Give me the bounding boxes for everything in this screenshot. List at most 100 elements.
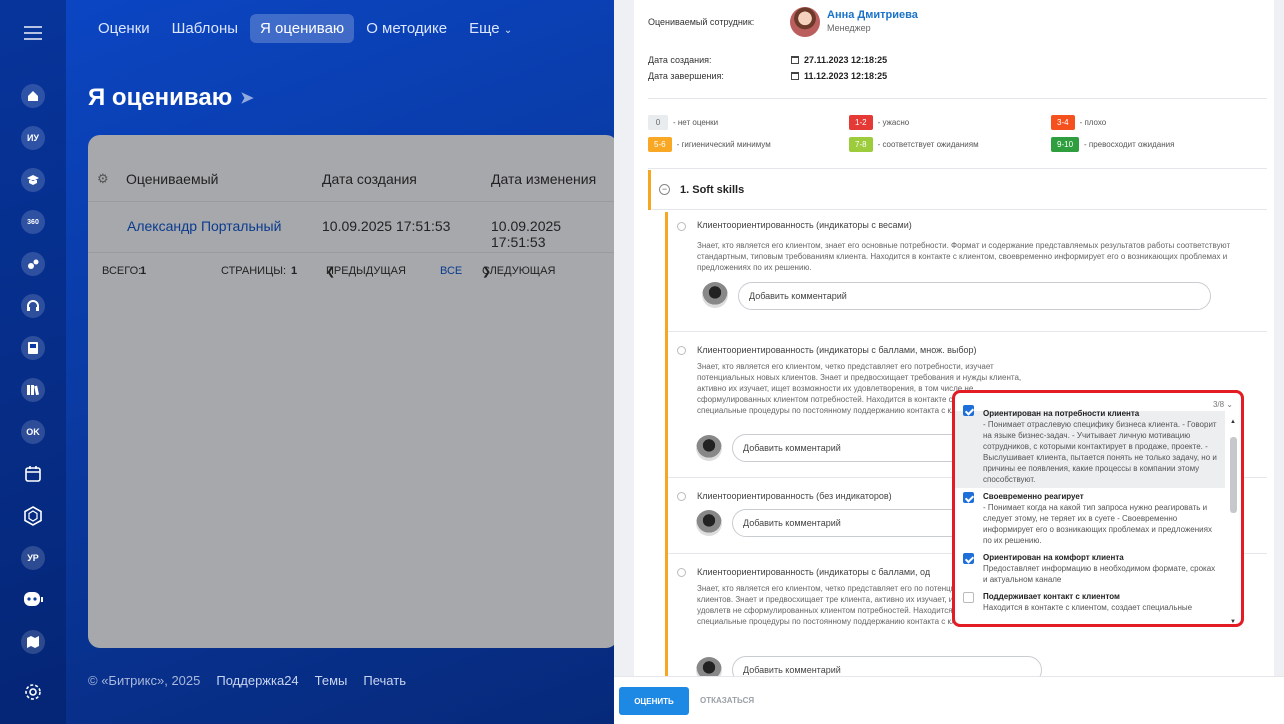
legend-badge: 3-4 bbox=[1051, 115, 1075, 130]
calendar-icon[interactable] bbox=[21, 462, 45, 486]
table-row[interactable]: Александр Портальный 10.09.2025 17:51:53… bbox=[88, 201, 618, 253]
radio-button[interactable] bbox=[677, 568, 686, 577]
employee-link[interactable]: Александр Портальный bbox=[127, 218, 281, 234]
total-label: ВСЕГО: bbox=[102, 265, 142, 277]
divider bbox=[648, 168, 1267, 169]
radio-button[interactable] bbox=[677, 492, 686, 501]
radio-button[interactable] bbox=[677, 346, 686, 355]
submit-button[interactable]: ОЦЕНИТЬ bbox=[619, 687, 689, 715]
checkbox-checked[interactable] bbox=[963, 405, 974, 416]
feed-icon[interactable] bbox=[21, 252, 45, 276]
table-header: ⚙ Оцениваемый Дата создания Дата изменен… bbox=[88, 161, 618, 197]
prev-label: ПРЕДЫДУЩАЯ bbox=[326, 265, 406, 277]
question-title: Клиентоориентированность (без индикаторо… bbox=[697, 491, 892, 501]
chevron-down-icon: ⌄ bbox=[503, 24, 513, 36]
radio-button[interactable] bbox=[677, 222, 686, 231]
legend-badge: 9-10 bbox=[1051, 137, 1080, 152]
legend-item: 7-8 - соответствует ожиданиям bbox=[849, 137, 979, 152]
footer: © «Битрикс», 2025 Поддержка24 Темы Печат… bbox=[88, 673, 406, 688]
gear-icon[interactable]: ⚙ bbox=[97, 171, 109, 187]
headset-icon[interactable] bbox=[21, 294, 45, 318]
option-description: Находится в контакте с клиентом, создает… bbox=[983, 603, 1193, 612]
page-title-text: Я оцениваю bbox=[88, 84, 233, 111]
scroll-down-icon[interactable]: ▼ bbox=[1230, 619, 1236, 624]
question-block: Клиентоориентированность (индикаторы с в… bbox=[668, 212, 1267, 332]
scroll-up-icon[interactable]: ▲ bbox=[1230, 419, 1236, 425]
library-icon[interactable] bbox=[21, 378, 45, 402]
pages-label: СТРАНИЦЫ: bbox=[221, 265, 287, 277]
tab-templates[interactable]: Шаблоны bbox=[162, 14, 248, 43]
question-description: Знает, кто является его клиентом, знает … bbox=[697, 241, 1231, 272]
dropdown-option[interactable]: Поддерживает контакт с клиентом Находитс… bbox=[955, 588, 1225, 616]
checkbox-unchecked[interactable] bbox=[963, 592, 974, 603]
ok-badge[interactable]: OK bbox=[21, 420, 45, 444]
map-icon[interactable] bbox=[21, 630, 45, 654]
graduation-cap-icon[interactable] bbox=[21, 168, 45, 192]
employee-name[interactable]: Анна Дмитриева bbox=[827, 9, 918, 21]
cancel-button[interactable]: ОТКАЗАТЬСЯ bbox=[700, 696, 754, 705]
left-rail: ИУ 360 OK УР bbox=[0, 0, 66, 724]
question-title: Клиентоориентированность (индикаторы с б… bbox=[697, 345, 977, 355]
column-header[interactable]: Оцениваемый bbox=[126, 171, 218, 187]
legend-text: - плохо bbox=[1079, 118, 1107, 127]
scrollbar-thumb[interactable] bbox=[1230, 437, 1237, 513]
settings-icon[interactable] bbox=[21, 680, 45, 704]
question-title: Клиентоориентированность (индикаторы с б… bbox=[697, 567, 931, 577]
scrollbar[interactable]: ▲ ▼ bbox=[1228, 419, 1238, 624]
employee-label: Оцениваемый сотрудник: bbox=[648, 17, 755, 27]
column-header[interactable]: Дата создания bbox=[322, 171, 417, 187]
page-title: Я оцениваю ➤ bbox=[88, 84, 254, 112]
option-title: Ориентирован на комфорт клиента bbox=[983, 553, 1124, 562]
book-icon[interactable] bbox=[21, 336, 45, 360]
checkbox-checked[interactable] bbox=[963, 492, 974, 503]
all-link[interactable]: ВСЕ bbox=[440, 265, 462, 277]
footer-link-support[interactable]: Поддержка24 bbox=[216, 673, 298, 688]
option-title: Своевременно реагирует bbox=[983, 492, 1084, 501]
legend-item: 5-6 - гигиенический минимум bbox=[648, 137, 771, 152]
next-label: СЛЕДУЮЩАЯ bbox=[482, 265, 556, 277]
current-page: 1 bbox=[291, 265, 298, 277]
checkbox-checked[interactable] bbox=[963, 553, 974, 564]
pin-icon[interactable]: ➤ bbox=[240, 88, 253, 108]
ur-badge[interactable]: УР bbox=[21, 546, 45, 570]
360-icon[interactable]: 360 bbox=[21, 210, 45, 234]
dropdown-option[interactable]: Ориентирован на потребности клиента - По… bbox=[955, 405, 1225, 488]
home-icon[interactable] bbox=[21, 84, 45, 108]
legend-badge: 5-6 bbox=[648, 137, 672, 152]
legend-text: - ужасно bbox=[877, 118, 910, 127]
legend-badge: 7-8 bbox=[849, 137, 873, 152]
dropdown-option[interactable]: Своевременно реагирует - Понимает когда … bbox=[955, 488, 1225, 549]
question-title: Клиентоориентированность (индикаторы с в… bbox=[697, 220, 912, 230]
chat-bot-icon[interactable] bbox=[21, 588, 45, 612]
iu-badge[interactable]: ИУ bbox=[21, 126, 45, 150]
footer-link-print[interactable]: Печать bbox=[363, 673, 406, 688]
tab-i-evaluate[interactable]: Я оцениваю bbox=[250, 13, 355, 43]
legend-item: 3-4 - плохо bbox=[1051, 115, 1106, 130]
dropdown-option[interactable]: Ориентирован на комфорт клиента Предоста… bbox=[955, 549, 1225, 588]
created-date-text: 27.11.2023 12:18:25 bbox=[804, 55, 888, 65]
hexagon-icon[interactable] bbox=[21, 504, 45, 528]
created-date: 10.09.2025 17:51:53 bbox=[322, 218, 451, 234]
user-avatar bbox=[696, 435, 722, 461]
avatar bbox=[790, 7, 820, 37]
option-description: - Понимает когда на какой тип запроса ну… bbox=[983, 503, 1212, 545]
tab-more[interactable]: Еще ⌄ bbox=[459, 14, 522, 43]
user-avatar bbox=[702, 282, 728, 308]
section-title: 1. Soft skills bbox=[680, 183, 745, 196]
option-description: - Понимает отраслевую специфику бизнеса … bbox=[983, 420, 1217, 484]
tab-methodology[interactable]: О методике bbox=[356, 14, 457, 43]
user-avatar bbox=[696, 510, 722, 536]
collapse-icon[interactable]: − bbox=[659, 184, 670, 195]
comment-input[interactable]: Добавить комментарий bbox=[738, 282, 1211, 310]
legend-item: 1-2 - ужасно bbox=[849, 115, 909, 130]
tab-evaluations[interactable]: Оценки bbox=[88, 14, 160, 43]
option-description: Предоставляет информацию в необходимом ф… bbox=[983, 564, 1216, 584]
section-header[interactable]: − 1. Soft skills bbox=[652, 170, 1267, 210]
menu-icon[interactable] bbox=[24, 22, 42, 44]
footer-link-themes[interactable]: Темы bbox=[315, 673, 348, 688]
created-label: Дата создания: bbox=[648, 55, 712, 65]
column-header[interactable]: Дата изменения bbox=[491, 171, 596, 187]
tab-more-label: Еще bbox=[469, 19, 500, 37]
option-title: Поддерживает контакт с клиентом bbox=[983, 592, 1120, 601]
calendar-small-icon bbox=[791, 56, 799, 64]
